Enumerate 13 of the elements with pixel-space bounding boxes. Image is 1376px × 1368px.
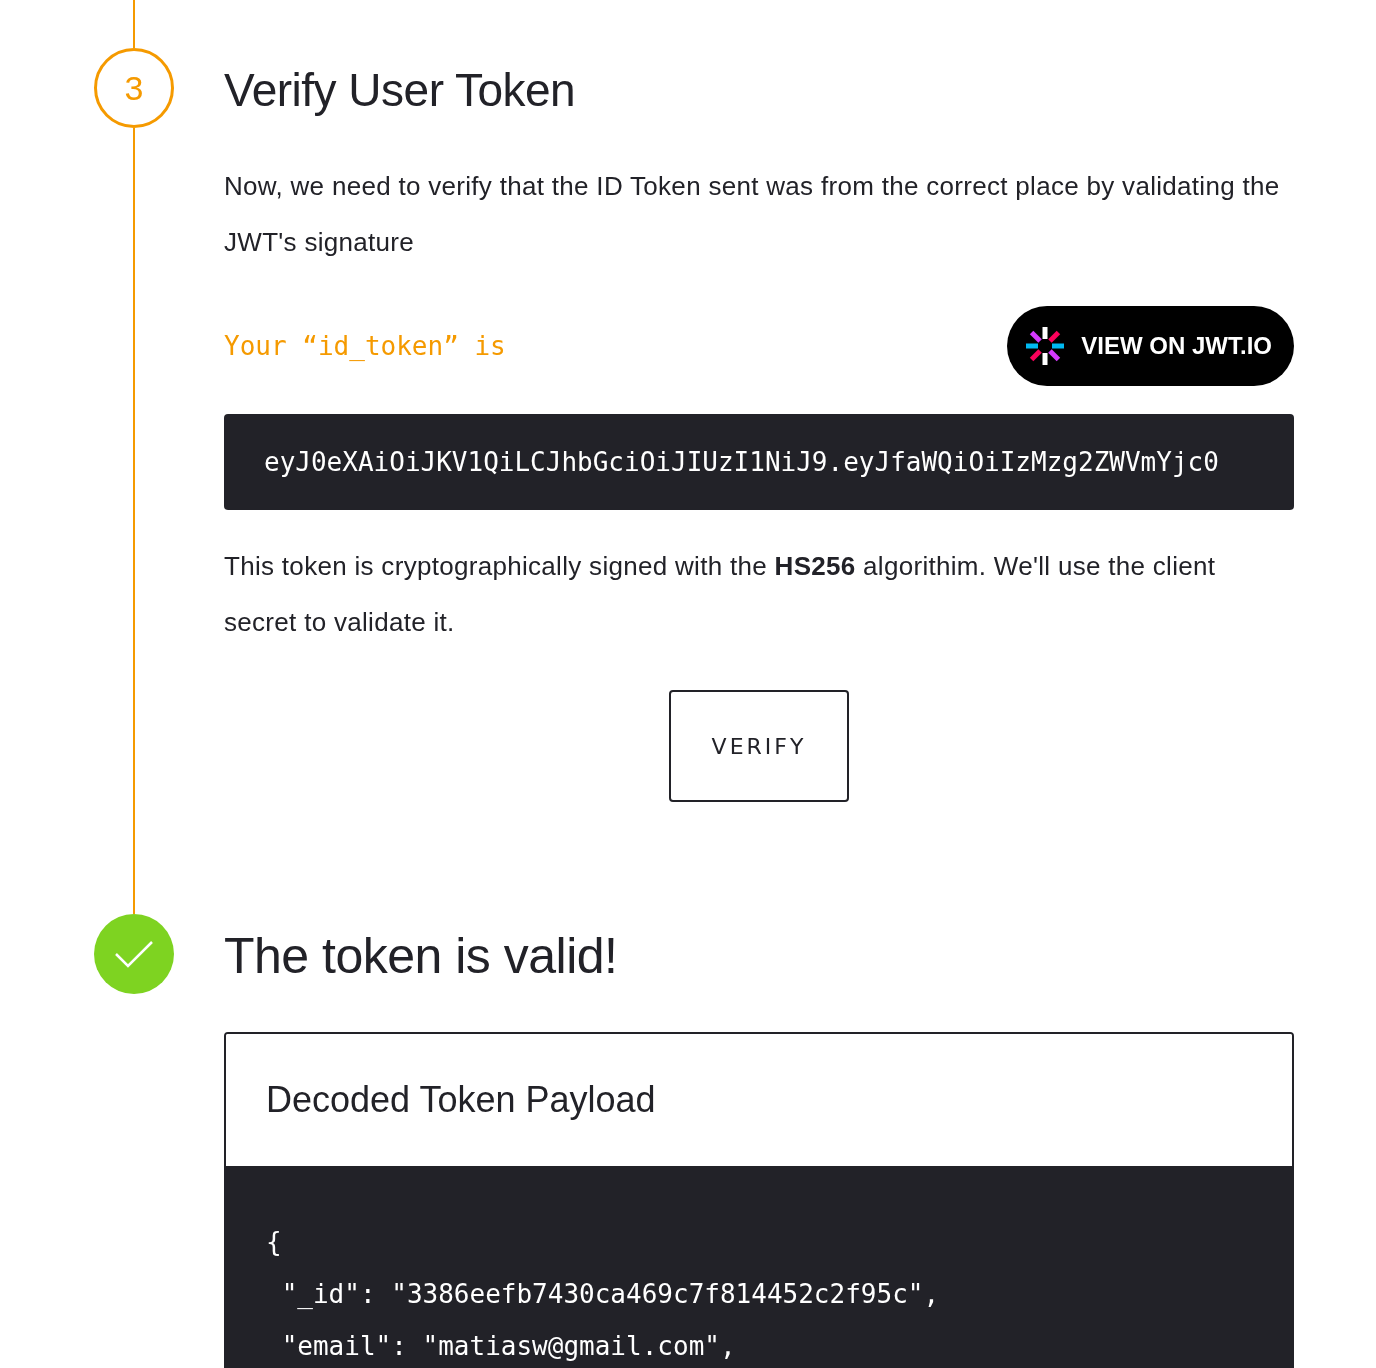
note-text: This token is cryptographically signed with the HS256 algorithim. We'll use the client secret to validate it. [224, 550, 1217, 639]
instruction-text: Now, we need to verify that the ID Token sent was from the correct place by validating the JWT's signature [224, 170, 1281, 259]
step-title: Verify User Token [224, 63, 577, 118]
token-text: eyJ0eXAiOiJKV1QiLCJhbGciOiJIUzI1NiJ9.eyJfaWQiOiIzMzg2ZWVmYjc0 [264, 447, 1219, 477]
code-line: "email": "matiasw@gmail.com", [280, 1330, 737, 1363]
token-label: Your “id_token” is [224, 331, 506, 361]
verify-button[interactable]: VERIFY [669, 690, 849, 802]
code-line: "_id": "3386eefb7430ca469c7f814452c2f95c", [280, 1278, 941, 1311]
jwt-button[interactable]: VIEW ON JWT.IO [1007, 306, 1294, 386]
starburst-icon [1025, 326, 1066, 366]
code-line: { [266, 1226, 283, 1259]
step-number: 3 [94, 48, 174, 128]
step-title: The token is valid! [224, 928, 619, 984]
